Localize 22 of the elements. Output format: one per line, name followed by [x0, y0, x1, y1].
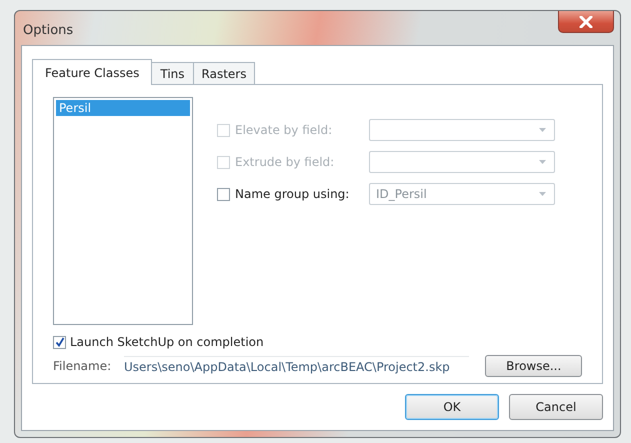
caret-icon [539, 160, 546, 164]
caret-icon [539, 128, 546, 132]
field-label: Elevate by field: [235, 123, 334, 137]
browse-button[interactable]: Browse... [485, 355, 582, 377]
dialog-button[interactable]: OK [405, 394, 499, 420]
dropdown[interactable] [369, 151, 555, 173]
checkbox[interactable] [53, 336, 66, 348]
close-icon [579, 16, 593, 28]
tab[interactable]: Tins [151, 62, 194, 84]
window-title: Options [23, 23, 74, 38]
checkbox[interactable] [217, 188, 230, 200]
close-button[interactable] [558, 11, 614, 33]
dialog-button[interactable]: Cancel [509, 394, 603, 420]
field-label: Extrude by field: [235, 155, 336, 169]
tab[interactable]: Rasters [192, 62, 256, 84]
dropdown[interactable] [369, 119, 555, 141]
tab[interactable]: Feature Classes [32, 59, 152, 85]
field-label: Name group using: [235, 187, 350, 201]
filename-field[interactable]: Users\seno\AppData\Local\Temp\arcBEAC\Project2.skp [124, 356, 470, 376]
caret-icon [539, 192, 546, 196]
filename-label: Filename: [53, 359, 112, 373]
checkbox-label: Launch SketchUp on completion [70, 335, 264, 349]
